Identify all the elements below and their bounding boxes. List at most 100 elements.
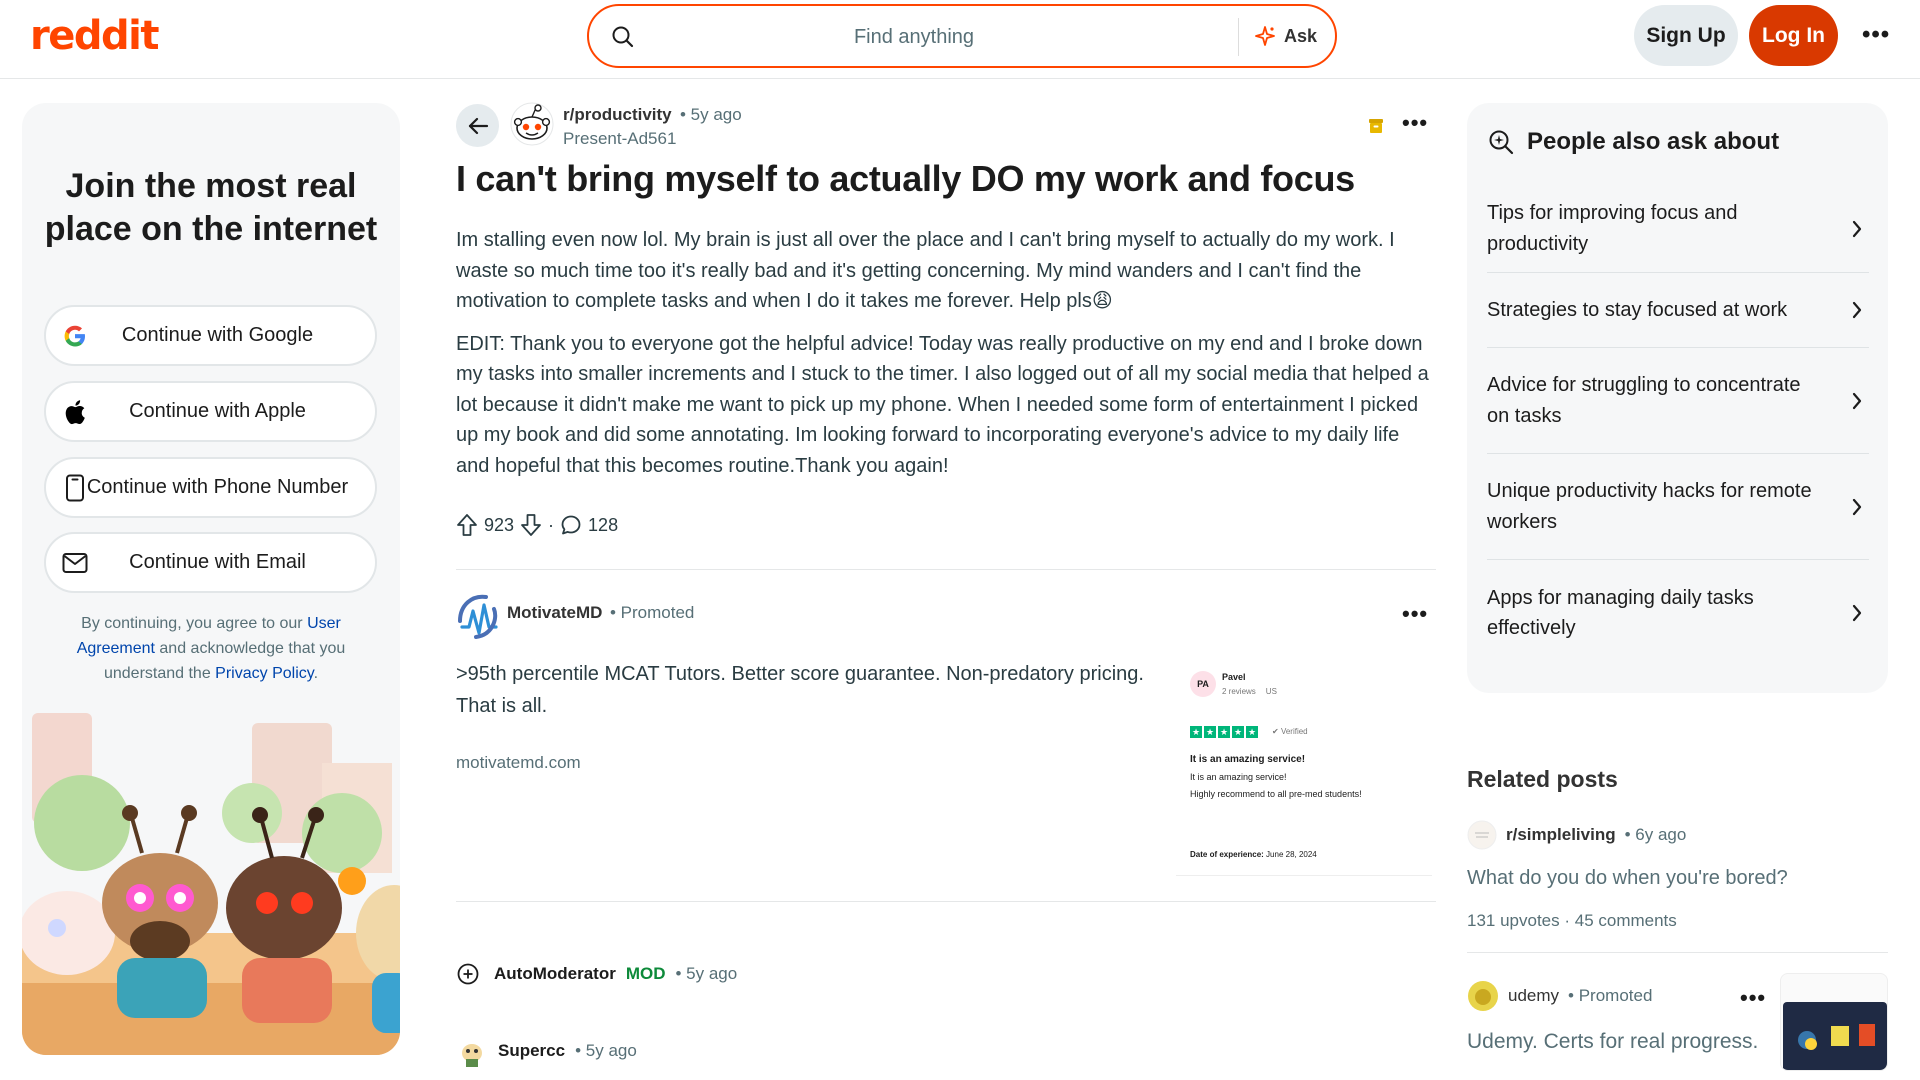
reviewer-count: 2 reviews (1222, 687, 1256, 696)
comment-count: 128 (588, 514, 619, 535)
post-body-paragraph: Im stalling even now lol. My brain is ju… (456, 229, 1395, 312)
udemy-promo-thumbnail[interactable] (1780, 973, 1888, 1071)
comment-icon[interactable] (560, 514, 582, 536)
related-post-time: • 6y ago (1624, 825, 1687, 844)
search-input[interactable]: Find anything (589, 26, 1239, 49)
ask-button[interactable]: Ask (1254, 25, 1317, 47)
upvote-count: 923 (484, 514, 515, 535)
phone-icon (62, 474, 88, 502)
post-subreddit-link[interactable]: r/productivity (563, 105, 672, 125)
people-also-ask-panel: People also ask about Tips for improving… (1467, 103, 1888, 693)
post-action-bar: 923 · 128 (456, 513, 618, 537)
search-divider (1238, 18, 1239, 56)
post-author-link[interactable]: Present-Ad561 (563, 129, 676, 149)
privacy-policy-link[interactable]: Privacy Policy (215, 665, 313, 682)
divider (456, 569, 1436, 570)
search-sparkle-icon (1487, 128, 1515, 156)
star-icon: ★ (1246, 726, 1258, 738)
comment-author-automoderator[interactable]: AutoModerator (494, 964, 616, 984)
reviewer-country: US (1265, 687, 1277, 696)
five-star-rating: ★ ★ ★ ★ ★ (1190, 726, 1258, 738)
verified-badge: ✔ Verified (1272, 727, 1308, 736)
post-time: • 5y ago (680, 105, 742, 124)
upvote-icon[interactable] (456, 513, 478, 537)
ad-advertiser-name[interactable]: MotivateMD (507, 603, 602, 623)
question-item[interactable]: Advice for struggling to concentrate on … (1487, 348, 1869, 454)
star-icon: ★ (1190, 726, 1202, 738)
comment-author-supercc[interactable]: Supercc (498, 1041, 565, 1061)
question-item[interactable]: Apps for managing daily tasks effectivel… (1487, 560, 1869, 666)
apple-button-label: Continue with Apple (129, 400, 306, 422)
mascot-illustration (22, 703, 400, 1055)
chevron-right-icon (1851, 219, 1863, 239)
log-in-button[interactable]: Log In (1749, 5, 1838, 66)
continue-with-apple-button[interactable]: Continue with Apple (44, 381, 377, 442)
mod-comment-time: • 5y ago (675, 964, 738, 983)
post-body-edit-paragraph: EDIT: Thank you to everyone got the help… (456, 332, 1429, 477)
verified-label: Verified (1280, 727, 1308, 736)
reviewer-avatar: PA (1190, 671, 1216, 697)
related-post-title[interactable]: What do you do when you're bored? (1467, 867, 1788, 890)
google-icon (62, 323, 88, 349)
review-line-2: Highly recommend to all pre-med students… (1190, 789, 1362, 799)
question-item[interactable]: Unique productivity hacks for remote wor… (1487, 454, 1869, 560)
email-button-label: Continue with Email (129, 551, 306, 573)
question-item[interactable]: Tips for improving focus and productivit… (1487, 185, 1869, 273)
review-line-1: It is an amazing service! (1190, 772, 1287, 782)
subreddit-avatar[interactable] (1467, 820, 1497, 850)
archive-icon (1368, 117, 1384, 134)
divider (456, 901, 1436, 902)
downvote-icon[interactable] (520, 513, 542, 537)
related-posts-heading: Related posts (1467, 766, 1618, 792)
post-more-options-icon[interactable]: ••• (1402, 112, 1428, 134)
ad-text[interactable]: >95th percentile MCAT Tutors. Better sco… (456, 658, 1156, 722)
ad-promoted-label: • Promoted (610, 603, 695, 622)
ad-more-options-icon[interactable]: ••• (1402, 603, 1428, 625)
chevron-right-icon (1851, 497, 1863, 517)
continue-with-google-button[interactable]: Continue with Google (44, 305, 377, 366)
ad-review-image[interactable]: PA Pavel 2 reviews US ★ ★ ★ ★ ★ ✔ Verifi… (1176, 650, 1432, 876)
google-button-label: Continue with Google (121, 324, 314, 346)
udemy-avatar[interactable] (1467, 980, 1499, 1012)
question-text: Tips for improving focus and productivit… (1487, 202, 1738, 255)
arrow-left-icon (467, 116, 489, 136)
star-icon: ★ (1204, 726, 1216, 738)
ad-url[interactable]: motivatemd.com (456, 753, 581, 773)
question-item[interactable]: Strategies to stay focused at work (1487, 273, 1869, 348)
people-also-ask-title: People also ask about (1527, 128, 1780, 155)
back-button[interactable] (456, 104, 499, 147)
chevron-right-icon (1851, 603, 1863, 623)
user-comment-time: • 5y ago (575, 1041, 637, 1060)
action-separator: · (548, 514, 555, 535)
expand-comment-icon[interactable] (456, 962, 480, 986)
udemy-promo-title[interactable]: Udemy. Certs for real progress. (1467, 1030, 1758, 1054)
udemy-promoted-label: • Promoted (1568, 986, 1653, 1005)
people-also-ask-heading: People also ask about (1487, 128, 1779, 156)
terms-text: By continuing, you agree to our User Agr… (62, 611, 360, 686)
related-subreddit-link[interactable]: r/simpleliving (1506, 825, 1616, 845)
automoderator-comment-header: AutoModerator MOD • 5y ago (456, 962, 737, 986)
subreddit-avatar[interactable] (510, 102, 554, 146)
udemy-name[interactable]: udemy (1508, 986, 1559, 1006)
related-post-stats: 131 upvotes · 45 comments (1467, 911, 1677, 930)
mod-badge: MOD (625, 964, 666, 983)
motivatemd-logo[interactable] (456, 591, 500, 641)
phone-button-label: Continue with Phone Number (86, 476, 349, 498)
promo-more-options-icon[interactable]: ••• (1740, 987, 1766, 1009)
terms-suffix: . (313, 665, 319, 682)
user-avatar[interactable] (456, 1035, 488, 1067)
question-text: Strategies to stay focused at work (1487, 298, 1788, 321)
post-body: Im stalling even now lol. My brain is ju… (456, 225, 1436, 493)
search-bar[interactable]: Find anything Ask (587, 4, 1337, 68)
continue-with-email-button[interactable]: Continue with Email (44, 532, 377, 593)
signup-heading: Join the most real place on the internet (44, 167, 378, 248)
continue-with-phone-button[interactable]: Continue with Phone Number (44, 457, 377, 518)
question-text: Unique productivity hacks for remote wor… (1487, 480, 1812, 533)
reddit-logo[interactable]: reddit (30, 13, 159, 59)
question-text: Apps for managing daily tasks effectivel… (1487, 586, 1754, 640)
signup-panel: Join the most real place on the internet… (22, 103, 400, 1055)
ask-label: Ask (1283, 25, 1317, 46)
more-options-icon[interactable]: ••• (1862, 23, 1890, 47)
question-text: Advice for struggling to concentrate on … (1487, 374, 1801, 427)
sign-up-button[interactable]: Sign Up (1634, 5, 1738, 66)
